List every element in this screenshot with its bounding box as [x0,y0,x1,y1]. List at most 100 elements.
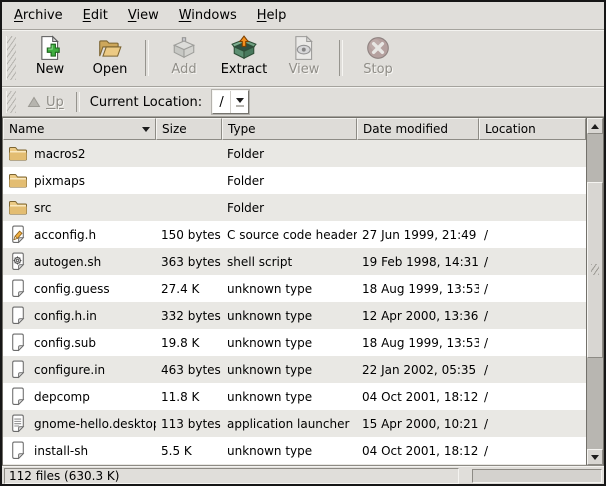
menu-help[interactable]: Help [247,3,297,28]
toolbar-drag-handle[interactable] [6,36,16,80]
file-size: 5.5 K [156,444,222,458]
file-row[interactable]: pixmaps Folder [3,167,586,194]
file-type: shell script [222,255,357,269]
scrollbar-track[interactable] [587,134,603,449]
file-location: / [479,390,586,404]
paper-gear-icon [8,252,28,271]
file-row[interactable]: gnome-hello.desktop 113 bytes applicatio… [3,410,586,437]
file-type: application launcher [222,417,357,431]
stop-icon [365,35,391,61]
file-name: config.h.in [34,309,97,323]
file-location: / [479,336,586,350]
paper-icon [8,306,28,325]
menu-bar: Archive Edit View Windows Help [2,2,604,30]
paper-icon [8,441,28,460]
folder-icon [8,144,28,163]
file-row[interactable]: config.sub 19.8 K unknown type 18 Aug 19… [3,329,586,356]
location-dropdown-button[interactable] [230,91,248,113]
open-folder-icon [97,35,123,61]
file-row[interactable]: macros2 Folder [3,140,586,167]
column-header-type[interactable]: Type [222,118,357,140]
file-row[interactable]: config.h.in 332 bytes unknown type 12 Ap… [3,302,586,329]
location-bar: Up Current Location: / [2,87,604,117]
file-type: unknown type [222,444,357,458]
file-type: Folder [222,201,357,215]
status-message: 112 files (630.3 K) [4,468,459,484]
file-type: C source code header [222,228,357,242]
file-name: macros2 [34,147,86,161]
column-header-date-modified[interactable]: Date modified [357,118,479,140]
scrollbar-up-button[interactable] [587,118,603,134]
new-button[interactable]: New [20,34,80,80]
locationbar-drag-handle[interactable] [6,91,16,113]
vertical-scrollbar[interactable] [586,118,603,465]
file-type: unknown type [222,309,357,323]
file-type: unknown type [222,363,357,377]
file-row[interactable]: autogen.sh 363 bytes shell script 19 Feb… [3,248,586,275]
add-files-icon [171,35,197,61]
file-size: 150 bytes [156,228,222,242]
scroll-down-icon [591,455,599,460]
file-row[interactable]: configure.in 463 bytes unknown type 22 J… [3,356,586,383]
file-location: / [479,444,586,458]
menu-windows[interactable]: Windows [169,3,247,28]
scrollbar-down-button[interactable] [587,449,603,465]
file-date-modified: 27 Jun 1999, 21:49 [357,228,479,242]
file-list: Name Size Type Date modified Location ma… [2,117,604,466]
up-arrow-icon [27,96,41,108]
file-date-modified: 04 Oct 2001, 18:12 [357,444,479,458]
paper-icon [8,333,28,352]
progress-bar [472,469,602,483]
menu-view[interactable]: View [118,3,169,28]
status-bar: 112 files (630.3 K) [2,466,604,484]
view-file-icon [291,35,317,61]
scrollbar-thumb[interactable] [587,182,603,358]
paper-icon [8,387,28,406]
file-name: gnome-hello.desktop [34,417,156,431]
location-combobox[interactable]: / [212,90,249,114]
folder-icon [8,198,28,217]
file-row[interactable]: src Folder [3,194,586,221]
location-value: / [213,91,230,113]
file-name: pixmaps [34,174,85,188]
file-name: config.guess [34,282,110,296]
file-type: unknown type [222,390,357,404]
file-name: autogen.sh [34,255,101,269]
current-location-label: Current Location: [90,95,202,110]
view-button: View [274,34,334,80]
file-name: depcomp [34,390,90,404]
menu-edit[interactable]: Edit [73,3,118,28]
file-row[interactable]: config.guess 27.4 K unknown type 18 Aug … [3,275,586,302]
file-type: unknown type [222,282,357,296]
extract-icon [231,35,257,61]
file-size: 363 bytes [156,255,222,269]
column-header-location[interactable]: Location [479,118,586,140]
locationbar-separator [76,92,80,112]
file-date-modified: 19 Feb 1998, 14:31 [357,255,479,269]
add-button: Add [154,34,214,80]
column-header-size[interactable]: Size [156,118,222,140]
file-row[interactable] [3,464,586,465]
menu-archive[interactable]: Archive [4,3,73,28]
open-button[interactable]: Open [80,34,140,80]
file-type: Folder [222,147,357,161]
paper-pencil-icon [8,225,28,244]
file-type: Folder [222,174,357,188]
file-date-modified: 04 Oct 2001, 18:12 [357,390,479,404]
column-header-name[interactable]: Name [3,118,156,140]
file-date-modified: 12 Apr 2000, 13:36 [357,309,479,323]
paper-lines-icon [8,414,28,433]
up-button: Up [20,93,71,112]
paper-icon [8,279,28,298]
file-row[interactable]: acconfig.h 150 bytes C source code heade… [3,221,586,248]
file-row[interactable]: install-sh 5.5 K unknown type 04 Oct 200… [3,437,586,464]
scroll-up-icon [591,124,599,129]
column-headers: Name Size Type Date modified Location [3,118,586,140]
file-row[interactable]: depcomp 11.8 K unknown type 04 Oct 2001,… [3,383,586,410]
file-size: 11.8 K [156,390,222,404]
file-list-body: macros2 Folder pixmaps Folder src Folder… [3,140,586,465]
file-size: 463 bytes [156,363,222,377]
extract-button[interactable]: Extract [214,34,274,80]
stop-button: Stop [348,34,408,80]
file-name: config.sub [34,336,96,350]
